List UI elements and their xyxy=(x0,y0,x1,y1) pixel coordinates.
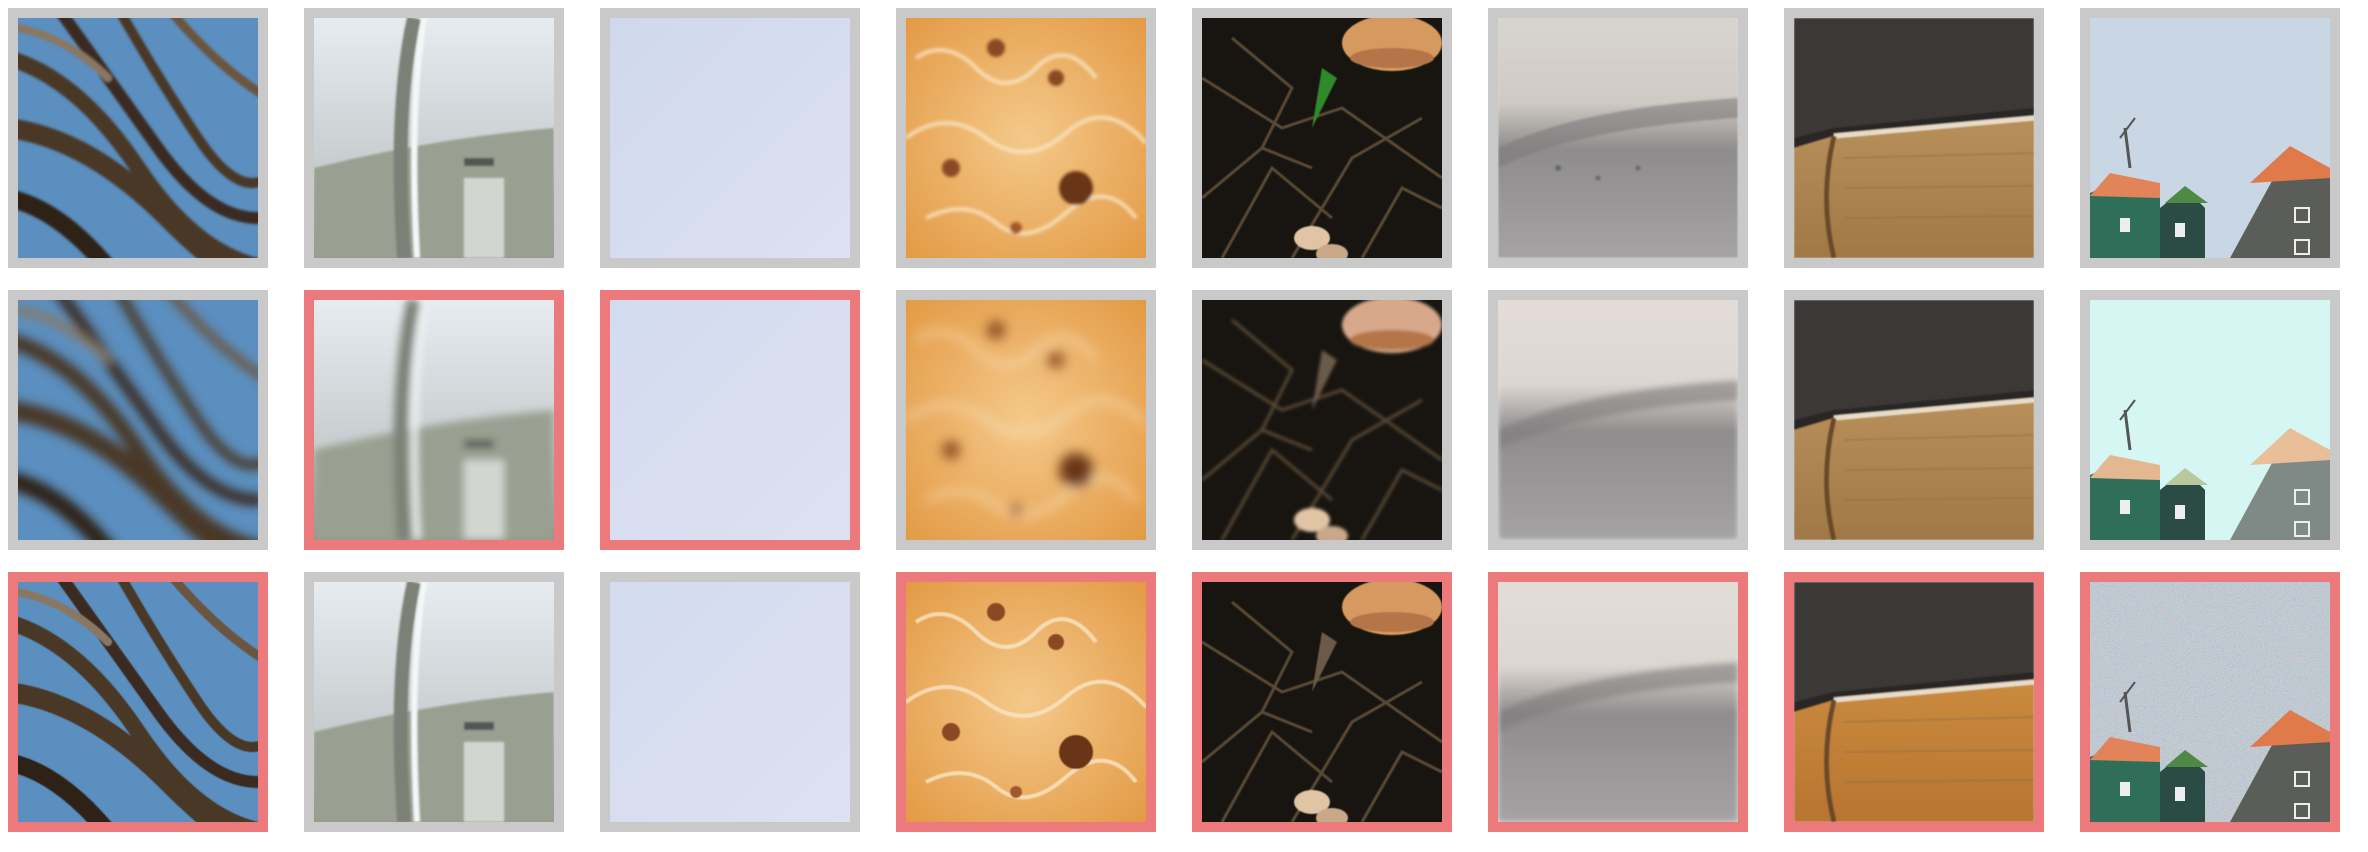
image-tile-pale-sky[interactable] xyxy=(600,290,860,550)
image-tile-book-spine[interactable] xyxy=(1784,8,2044,268)
image-tile-stone-wall[interactable] xyxy=(1488,290,1748,550)
image-tile-book-spine[interactable] xyxy=(1784,572,2044,832)
tile-image xyxy=(2090,300,2330,540)
image-tile-windmill-village[interactable] xyxy=(2080,8,2340,268)
tile-image xyxy=(906,582,1146,822)
tile-image xyxy=(1498,300,1738,540)
tile-image xyxy=(2090,18,2330,258)
image-tile-palm-fronds[interactable] xyxy=(8,8,268,268)
image-tile-metal-surface[interactable] xyxy=(304,290,564,550)
tile-image xyxy=(610,18,850,258)
tile-image xyxy=(314,300,554,540)
tile-image xyxy=(18,582,258,822)
tile-image xyxy=(610,582,850,822)
tile-image xyxy=(1202,18,1442,258)
tile-image xyxy=(906,300,1146,540)
tile-image xyxy=(2090,582,2330,822)
image-tile-palm-fronds[interactable] xyxy=(8,290,268,550)
tile-image xyxy=(1498,582,1738,822)
tile-image xyxy=(1794,18,2034,258)
image-tile-baked-crust[interactable] xyxy=(896,572,1156,832)
image-tile-baked-crust[interactable] xyxy=(896,8,1156,268)
tile-image xyxy=(314,582,554,822)
image-tile-book-spine[interactable] xyxy=(1784,290,2044,550)
image-tile-palm-fronds[interactable] xyxy=(8,572,268,832)
image-tile-metal-surface[interactable] xyxy=(304,572,564,832)
image-tile-mushroom-forest-floor[interactable] xyxy=(1192,8,1452,268)
tile-image xyxy=(906,18,1146,258)
image-tile-baked-crust[interactable] xyxy=(896,290,1156,550)
image-tile-metal-surface[interactable] xyxy=(304,8,564,268)
image-tile-mushroom-forest-floor[interactable] xyxy=(1192,572,1452,832)
image-comparison-grid xyxy=(0,0,2368,852)
tile-image xyxy=(18,18,258,258)
image-tile-windmill-village[interactable] xyxy=(2080,572,2340,832)
tile-image xyxy=(1202,582,1442,822)
image-tile-windmill-village[interactable] xyxy=(2080,290,2340,550)
image-tile-pale-sky[interactable] xyxy=(600,8,860,268)
tile-image xyxy=(1794,300,2034,540)
tile-image xyxy=(1202,300,1442,540)
tile-image xyxy=(1794,582,2034,822)
tile-image xyxy=(314,18,554,258)
image-tile-mushroom-forest-floor[interactable] xyxy=(1192,290,1452,550)
image-tile-stone-wall[interactable] xyxy=(1488,572,1748,832)
image-tile-stone-wall[interactable] xyxy=(1488,8,1748,268)
image-tile-pale-sky[interactable] xyxy=(600,572,860,832)
tile-image xyxy=(1498,18,1738,258)
tile-image xyxy=(18,300,258,540)
tile-image xyxy=(610,300,850,540)
